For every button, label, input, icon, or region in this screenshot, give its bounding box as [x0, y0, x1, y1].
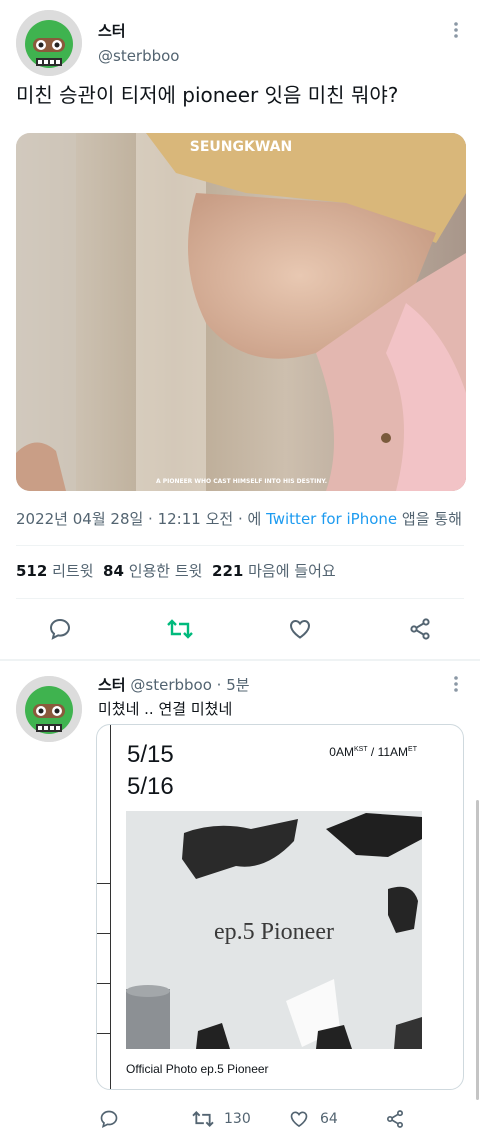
reply-avatar[interactable] [16, 676, 82, 742]
divider [16, 545, 464, 546]
poster-time: 0AMKST / 11AMET [329, 745, 417, 759]
source-link[interactable]: Twitter for iPhone [266, 510, 397, 528]
reply-icon[interactable] [46, 615, 74, 643]
source-suffix: 앱을 통해 [397, 510, 462, 528]
poster-caption: Official Photo ep.5 Pioneer [126, 1062, 269, 1076]
poster-time-a: 0AM [329, 745, 354, 759]
reply-share-icon[interactable] [384, 1108, 406, 1130]
poster-time-b-sup: ET [408, 746, 417, 753]
like-count[interactable]: 221 [212, 562, 243, 580]
reply-header: 스터 @sterbboo · 5분 [98, 674, 250, 695]
poster-time-sep: / 11AM [367, 745, 409, 759]
reply-handle[interactable]: @sterbboo [130, 676, 212, 694]
poster-photo: ep.5 Pioneer [126, 811, 422, 1049]
divider [0, 659, 480, 661]
tweet-image[interactable]: SEUNGKWAN A PIONEER WHO CAST HIMSELF INT… [16, 133, 466, 491]
more-options-icon[interactable] [448, 18, 464, 42]
retweet-icon[interactable] [165, 615, 195, 643]
tweet-date: 2022년 04월 28일 · 12:11 오전 · 에 [16, 510, 267, 528]
retweet-count[interactable]: 512 [16, 562, 47, 580]
tweet-stats: 512 리트윗 84 인용한 트윗 221 마음에 들어요 [16, 560, 336, 581]
reply-retweet-icon[interactable] [190, 1108, 216, 1130]
retweet-label[interactable]: 리트윗 [52, 562, 93, 580]
divider [16, 598, 464, 599]
reply-like-count[interactable]: 64 [320, 1111, 338, 1127]
reply-text: 미쳤네 .. 연결 미쳤네 [98, 700, 233, 718]
handle[interactable]: @sterbboo [98, 47, 180, 65]
poster-date-2: 5/16 [127, 773, 174, 800]
reply-more-options-icon[interactable] [448, 672, 464, 696]
tweet-meta: 2022년 04월 28일 · 12:11 오전 · 에 Twitter for… [16, 508, 462, 529]
poster-time-a-sup: KST [353, 746, 368, 753]
reply-time[interactable]: · 5분 [217, 676, 250, 694]
image-top-label: SEUNGKWAN [189, 139, 293, 155]
reply-retweet-count[interactable]: 130 [224, 1111, 251, 1127]
tweet-text: 미친 승관이 티저에 pioneer 잇음 미친 뭐야? [16, 83, 399, 107]
poster-title: ep.5 Pioneer [214, 919, 334, 945]
quote-label[interactable]: 인용한 트윗 [129, 562, 203, 580]
reply-heart-icon[interactable] [288, 1108, 310, 1130]
heart-icon[interactable] [286, 615, 314, 643]
reply-reply-icon[interactable] [98, 1108, 120, 1130]
like-label[interactable]: 마음에 들어요 [248, 562, 336, 580]
reply-image[interactable]: 5/15 5/16 0AMKST / 11AMET ep.5 Pioneer O… [96, 724, 464, 1090]
reply-display-name[interactable]: 스터 [98, 676, 126, 694]
quote-count[interactable]: 84 [103, 562, 124, 580]
scrollbar[interactable] [476, 800, 479, 1100]
poster-date-1: 5/15 [127, 741, 174, 768]
left-panel [97, 725, 111, 1089]
display-name[interactable]: 스터 [98, 20, 126, 41]
image-caption: A PIONEER WHO CAST HIMSELF INTO HIS DEST… [156, 478, 328, 485]
share-icon[interactable] [406, 615, 434, 643]
avatar[interactable] [16, 10, 82, 76]
